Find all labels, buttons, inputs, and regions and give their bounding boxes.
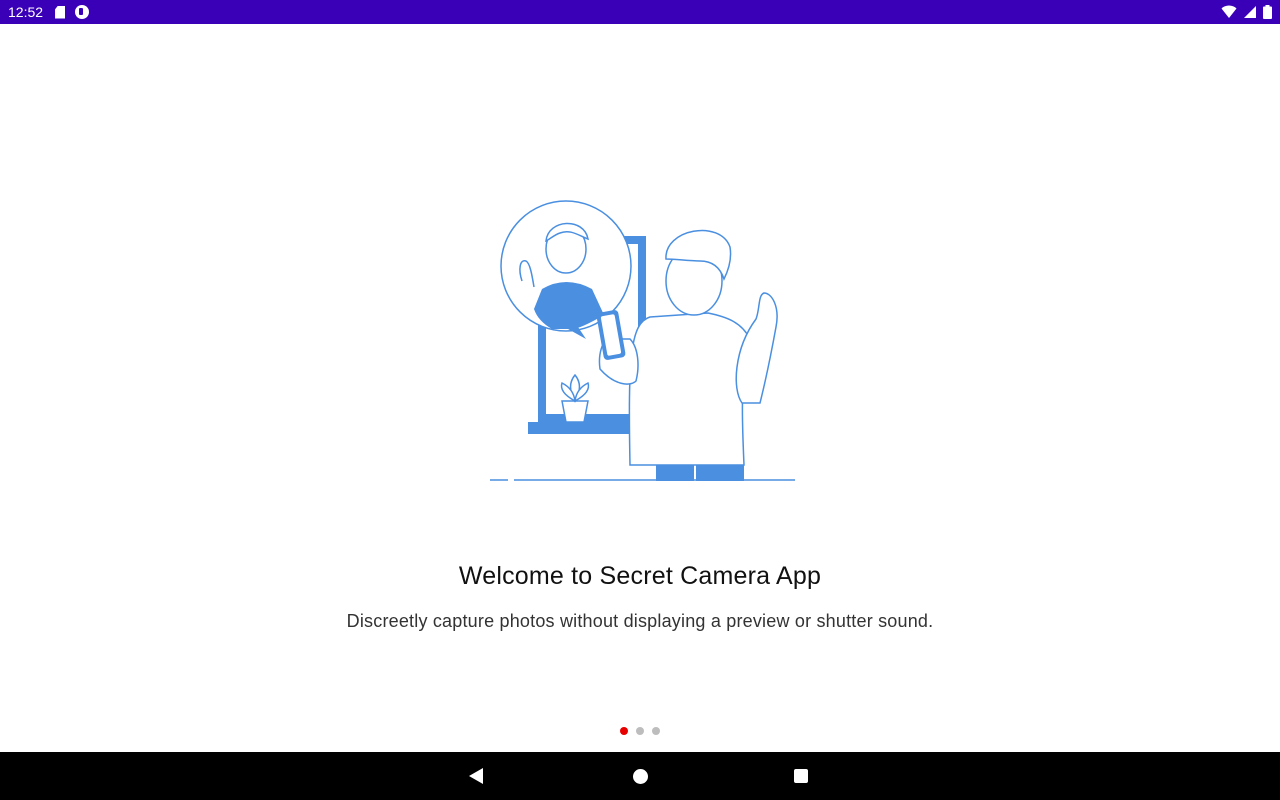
onboarding-title: Welcome to Secret Camera App: [458, 562, 822, 590]
page-dot-2[interactable]: [636, 727, 644, 735]
back-button[interactable]: [452, 752, 500, 800]
sd-card-icon: [55, 5, 66, 19]
page-indicator: [0, 727, 1280, 735]
navigation-bar: [0, 752, 1280, 800]
person-video-call-illustration: [490, 200, 795, 481]
status-time: 12:52: [8, 4, 44, 20]
battery-icon: [1263, 5, 1272, 19]
cell-signal-icon: [1244, 6, 1256, 18]
wifi-icon: [1221, 5, 1237, 18]
onboarding-page: Welcome to Secret Camera App Discreetly …: [0, 24, 1280, 752]
home-icon: [632, 768, 648, 784]
recents-button[interactable]: [777, 752, 825, 800]
home-button[interactable]: [616, 752, 664, 800]
status-bar: 12:52: [0, 0, 1280, 24]
status-system-icons: [1221, 5, 1272, 19]
status-notification-icons: [55, 5, 90, 19]
page-dot-1[interactable]: [620, 727, 628, 735]
onboarding-subtitle: Discreetly capture photos without displa…: [346, 611, 934, 631]
page-dot-3[interactable]: [652, 727, 660, 735]
recents-icon: [794, 769, 808, 783]
app-notification-icon: [75, 5, 90, 19]
back-icon: [469, 768, 483, 784]
